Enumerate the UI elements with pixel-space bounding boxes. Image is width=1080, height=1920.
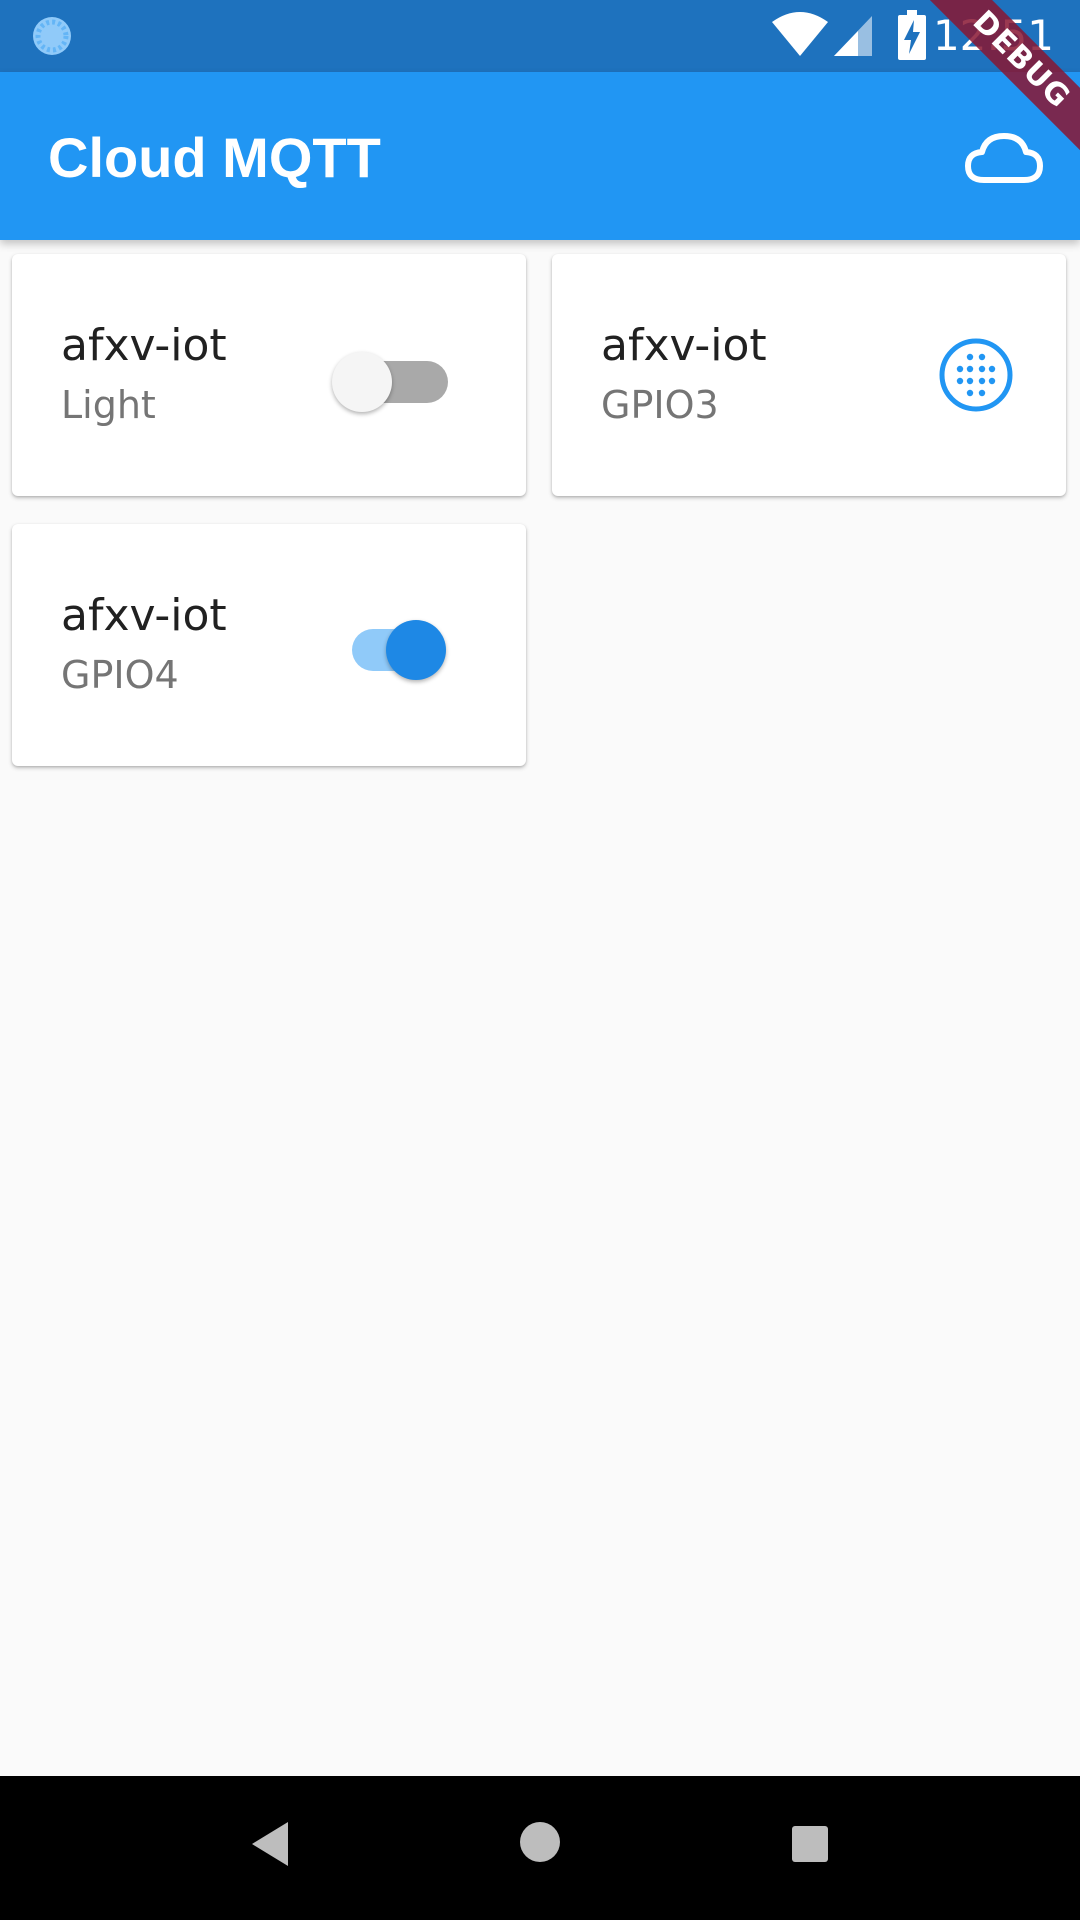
status-bar: 12:51 — [0, 0, 1080, 72]
home-icon[interactable] — [520, 1822, 560, 1862]
signal-icon — [834, 16, 872, 56]
back-icon[interactable] — [248, 1820, 292, 1868]
card-title: afxv-iot — [601, 320, 767, 371]
card-subtitle: GPIO3 — [601, 383, 719, 427]
device-card-light: afxv-iot Light — [12, 254, 526, 496]
light-toggle-switch[interactable] — [332, 340, 452, 412]
wifi-icon — [772, 12, 828, 56]
app-bar: Cloud MQTT — [0, 72, 1080, 240]
recents-icon[interactable] — [792, 1826, 828, 1862]
device-card-gpio3: afxv-iot GPIO3 — [552, 254, 1066, 496]
page-title: Cloud MQTT — [48, 126, 381, 189]
dialpad-icon[interactable] — [936, 335, 1016, 415]
card-subtitle: Light — [61, 383, 156, 427]
card-title: afxv-iot — [61, 320, 227, 371]
gpio4-toggle-switch[interactable] — [338, 608, 458, 680]
device-card-gpio4: afxv-iot GPIO4 — [12, 524, 526, 766]
card-title: afxv-iot — [61, 590, 227, 641]
battery-charging-icon — [898, 10, 926, 60]
loading-icon — [33, 17, 71, 55]
switch-thumb — [386, 620, 446, 680]
card-subtitle: GPIO4 — [61, 653, 179, 697]
switch-thumb — [332, 352, 392, 412]
cloud-icon[interactable] — [964, 128, 1044, 188]
system-nav-bar — [0, 1776, 1080, 1920]
